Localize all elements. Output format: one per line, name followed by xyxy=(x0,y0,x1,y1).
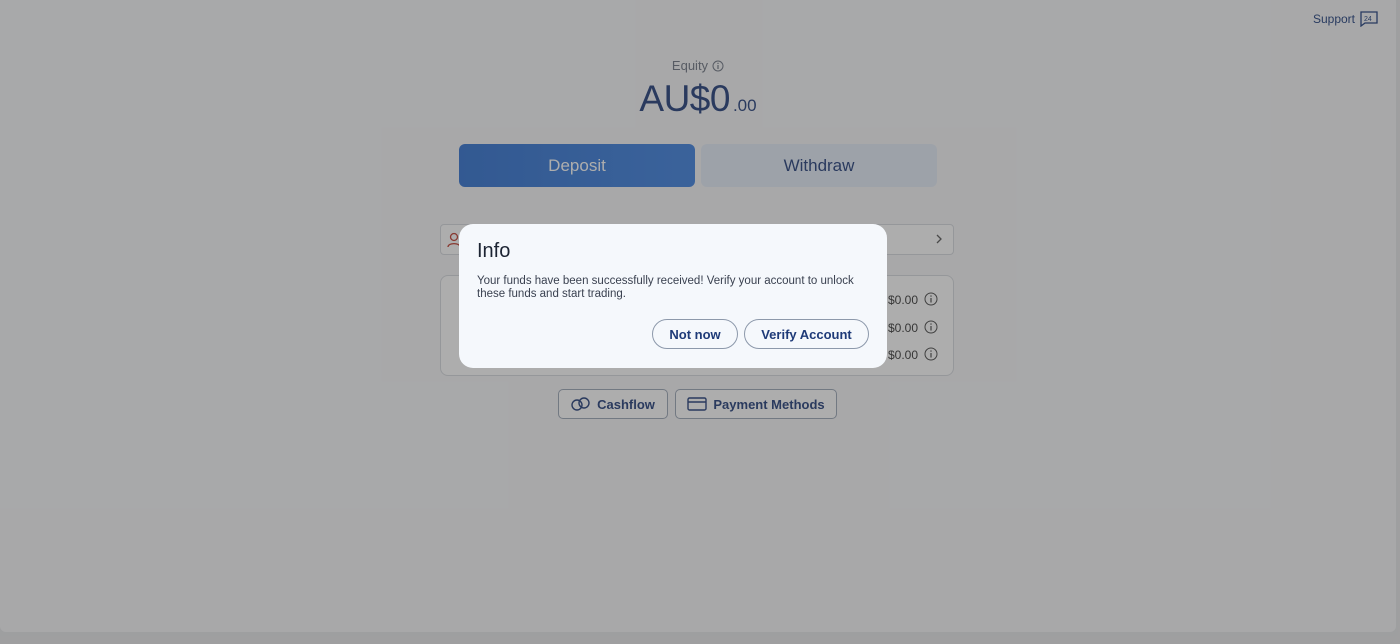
dialog-message: Your funds have been successfully receiv… xyxy=(477,275,854,300)
dialog-title: Info xyxy=(477,240,511,262)
not-now-button[interactable]: Not now xyxy=(652,319,738,349)
info-dialog: Info Your funds have been successfully r… xyxy=(459,224,887,368)
verify-account-button[interactable]: Verify Account xyxy=(744,319,869,349)
